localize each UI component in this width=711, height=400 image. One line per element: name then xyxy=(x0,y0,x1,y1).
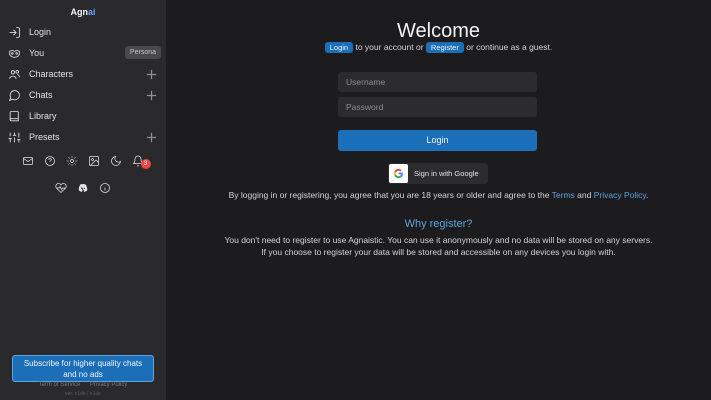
sidebar-item-label: Chats xyxy=(29,90,53,100)
sidebar: Agnai Login You Persona Characters Chats… xyxy=(0,0,166,400)
heart-pulse-icon[interactable] xyxy=(55,181,68,194)
privacy-policy-link-main[interactable]: Privacy Policy xyxy=(594,190,646,200)
to-account-text: to your account or xyxy=(355,42,424,52)
guest-text: or continue as a guest. xyxy=(466,42,553,52)
mail-icon[interactable] xyxy=(22,154,35,167)
discord-icon[interactable] xyxy=(77,181,90,194)
sidebar-icon-row-1: 3 xyxy=(0,154,166,169)
sliders-icon xyxy=(8,131,21,144)
bell-icon[interactable]: 3 xyxy=(132,154,151,169)
sidebar-item-label: Login xyxy=(29,27,52,37)
characters-icon xyxy=(8,68,21,81)
chat-icon xyxy=(8,89,21,102)
book-icon xyxy=(8,110,21,123)
google-icon xyxy=(389,164,408,183)
register-link-button[interactable]: Register xyxy=(425,42,464,53)
terms-link[interactable]: Terms xyxy=(552,190,575,200)
main-content: Welcome Login to your account or Registe… xyxy=(166,0,711,400)
why-register-line-1: You don't need to register to use Agnais… xyxy=(224,235,653,245)
brand-prefix: Agn xyxy=(70,7,88,17)
sidebar-item-you[interactable]: You Persona xyxy=(8,44,161,62)
log-in-icon xyxy=(8,26,21,39)
terms-of-service-link[interactable]: Term of Service xyxy=(39,382,81,388)
gear-icon[interactable] xyxy=(66,154,79,167)
sidebar-item-login[interactable]: Login xyxy=(8,23,160,41)
footer-links: Term of Service Privacy Policy xyxy=(0,382,166,388)
brand-suffix: ai xyxy=(87,7,96,17)
sidebar-icon-row-2 xyxy=(0,181,166,194)
sidebar-item-library[interactable]: Library xyxy=(8,107,160,125)
terms-end-text: . xyxy=(646,190,649,200)
notification-count-badge: 3 xyxy=(140,159,151,169)
terms-and-text: and xyxy=(577,190,592,200)
mask-icon xyxy=(8,47,21,60)
sidebar-item-chats[interactable]: Chats xyxy=(8,86,160,104)
welcome-subtitle: Login to your account or Register or con… xyxy=(166,42,711,53)
help-icon[interactable] xyxy=(44,154,57,167)
add-preset-icon[interactable] xyxy=(144,130,158,144)
add-character-icon[interactable] xyxy=(144,67,158,81)
add-chat-icon[interactable] xyxy=(144,88,158,102)
login-button[interactable]: Login xyxy=(338,130,537,151)
why-register-line-2: If you choose to register your data will… xyxy=(261,247,616,257)
google-sign-in-button[interactable]: Sign in with Google xyxy=(388,163,488,184)
sidebar-item-label: Library xyxy=(29,111,57,121)
username-input[interactable] xyxy=(338,72,537,92)
sidebar-item-label: Characters xyxy=(29,69,74,79)
sidebar-item-label: Presets xyxy=(29,132,60,142)
moon-icon[interactable] xyxy=(110,154,123,167)
privacy-policy-link[interactable]: Privacy Policy xyxy=(90,382,127,388)
brand-logo[interactable]: Agnai xyxy=(0,7,166,17)
terms-prefix-text: By logging in or registering, you agree … xyxy=(228,190,550,200)
terms-notice: By logging in or registering, you agree … xyxy=(166,190,711,200)
subscribe-button[interactable]: Subscribe for higher quality chats and n… xyxy=(12,355,154,382)
image-icon[interactable] xyxy=(88,154,101,167)
persona-badge[interactable]: Persona xyxy=(124,46,161,59)
password-input[interactable] xyxy=(338,97,537,117)
info-icon[interactable] xyxy=(99,181,112,194)
version-label: ver. e1de / e1de xyxy=(65,391,101,397)
page-title: Welcome xyxy=(397,20,480,42)
login-link-button[interactable]: Login xyxy=(324,42,354,53)
why-register-heading: Why register? xyxy=(404,218,473,230)
sidebar-item-presets[interactable]: Presets xyxy=(8,128,160,146)
google-sign-in-label: Sign in with Google xyxy=(414,169,479,178)
sidebar-item-characters[interactable]: Characters xyxy=(8,65,160,83)
sidebar-item-label: You xyxy=(29,48,45,58)
